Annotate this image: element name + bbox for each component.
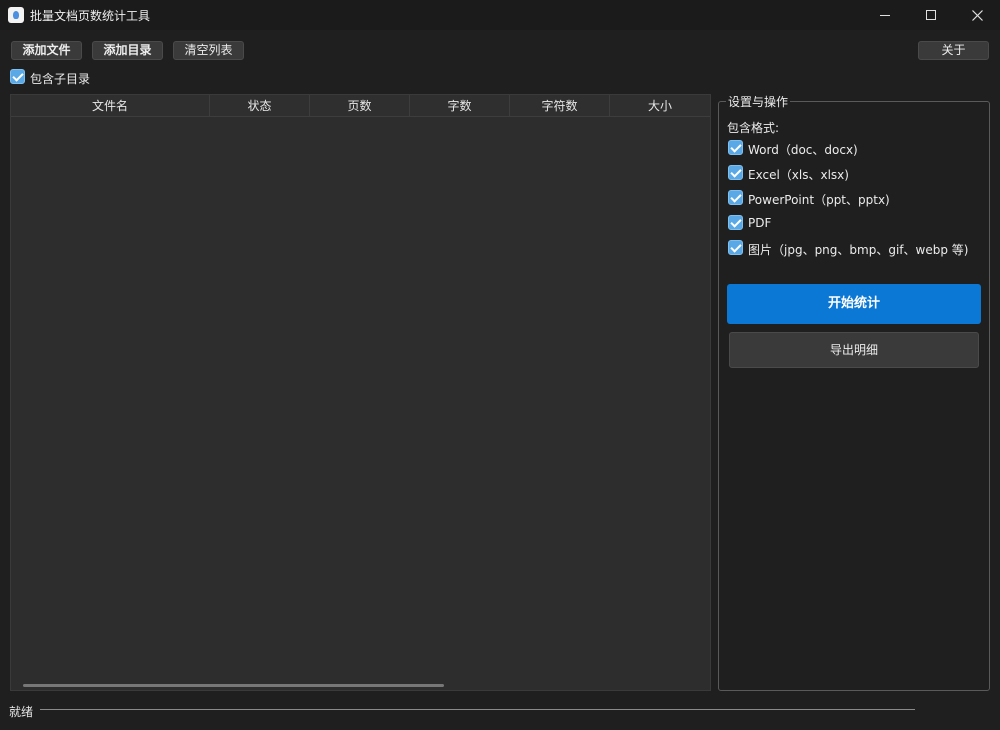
progress-bar xyxy=(40,709,915,710)
format-pdf-label[interactable]: PDF xyxy=(748,216,771,230)
minimize-button[interactable] xyxy=(862,0,908,30)
column-header-words[interactable]: 字数 xyxy=(410,95,510,117)
minimize-icon xyxy=(880,14,890,16)
settings-group-title: 设置与操作 xyxy=(726,93,791,110)
column-header-size[interactable]: 大小 xyxy=(610,95,710,117)
app-icon xyxy=(8,7,24,23)
format-word-label[interactable]: Word（doc、docx) xyxy=(748,141,858,158)
format-pdf-checkbox[interactable] xyxy=(728,215,743,230)
file-table[interactable]: 文件名 状态 页数 字数 字符数 大小 xyxy=(10,94,711,691)
format-excel-label[interactable]: Excel（xls、xlsx) xyxy=(748,166,849,183)
settings-group xyxy=(718,101,990,691)
maximize-button[interactable] xyxy=(908,0,954,30)
table-header: 文件名 状态 页数 字数 字符数 大小 xyxy=(11,95,710,117)
status-text: 就绪 xyxy=(9,705,34,719)
format-image-label[interactable]: 图片（jpg、png、bmp、gif、webp 等) xyxy=(748,241,968,258)
close-icon xyxy=(971,9,983,21)
column-header-pages[interactable]: 页数 xyxy=(310,95,410,117)
column-header-status[interactable]: 状态 xyxy=(210,95,310,117)
close-button[interactable] xyxy=(954,0,1000,30)
format-word-checkbox[interactable] xyxy=(728,140,743,155)
export-details-button[interactable]: 导出明细 xyxy=(729,332,979,368)
window-title: 批量文档页数统计工具 xyxy=(30,9,151,23)
add-files-button[interactable]: 添加文件 xyxy=(11,41,82,60)
column-header-chars[interactable]: 字符数 xyxy=(510,95,610,117)
about-button[interactable]: 关于 xyxy=(918,41,989,60)
formats-label: 包含格式: xyxy=(727,121,780,135)
format-powerpoint-label[interactable]: PowerPoint（ppt、pptx) xyxy=(748,191,890,208)
format-excel-checkbox[interactable] xyxy=(728,165,743,180)
horizontal-scrollbar[interactable] xyxy=(23,684,444,687)
app-window: 批量文档页数统计工具 添加文件 添加目录 清空列表 关于 包含子目录 文件名 状… xyxy=(0,0,1000,730)
start-count-button[interactable]: 开始统计 xyxy=(727,284,981,324)
add-folder-button[interactable]: 添加目录 xyxy=(92,41,163,60)
clear-list-button[interactable]: 清空列表 xyxy=(173,41,244,60)
format-powerpoint-checkbox[interactable] xyxy=(728,190,743,205)
title-bar[interactable]: 批量文档页数统计工具 xyxy=(0,0,1000,30)
include-subdirs-checkbox[interactable] xyxy=(10,69,25,84)
column-header-filename[interactable]: 文件名 xyxy=(11,95,210,117)
include-subdirs-label[interactable]: 包含子目录 xyxy=(30,70,90,87)
format-image-checkbox[interactable] xyxy=(728,240,743,255)
maximize-icon xyxy=(926,10,936,20)
